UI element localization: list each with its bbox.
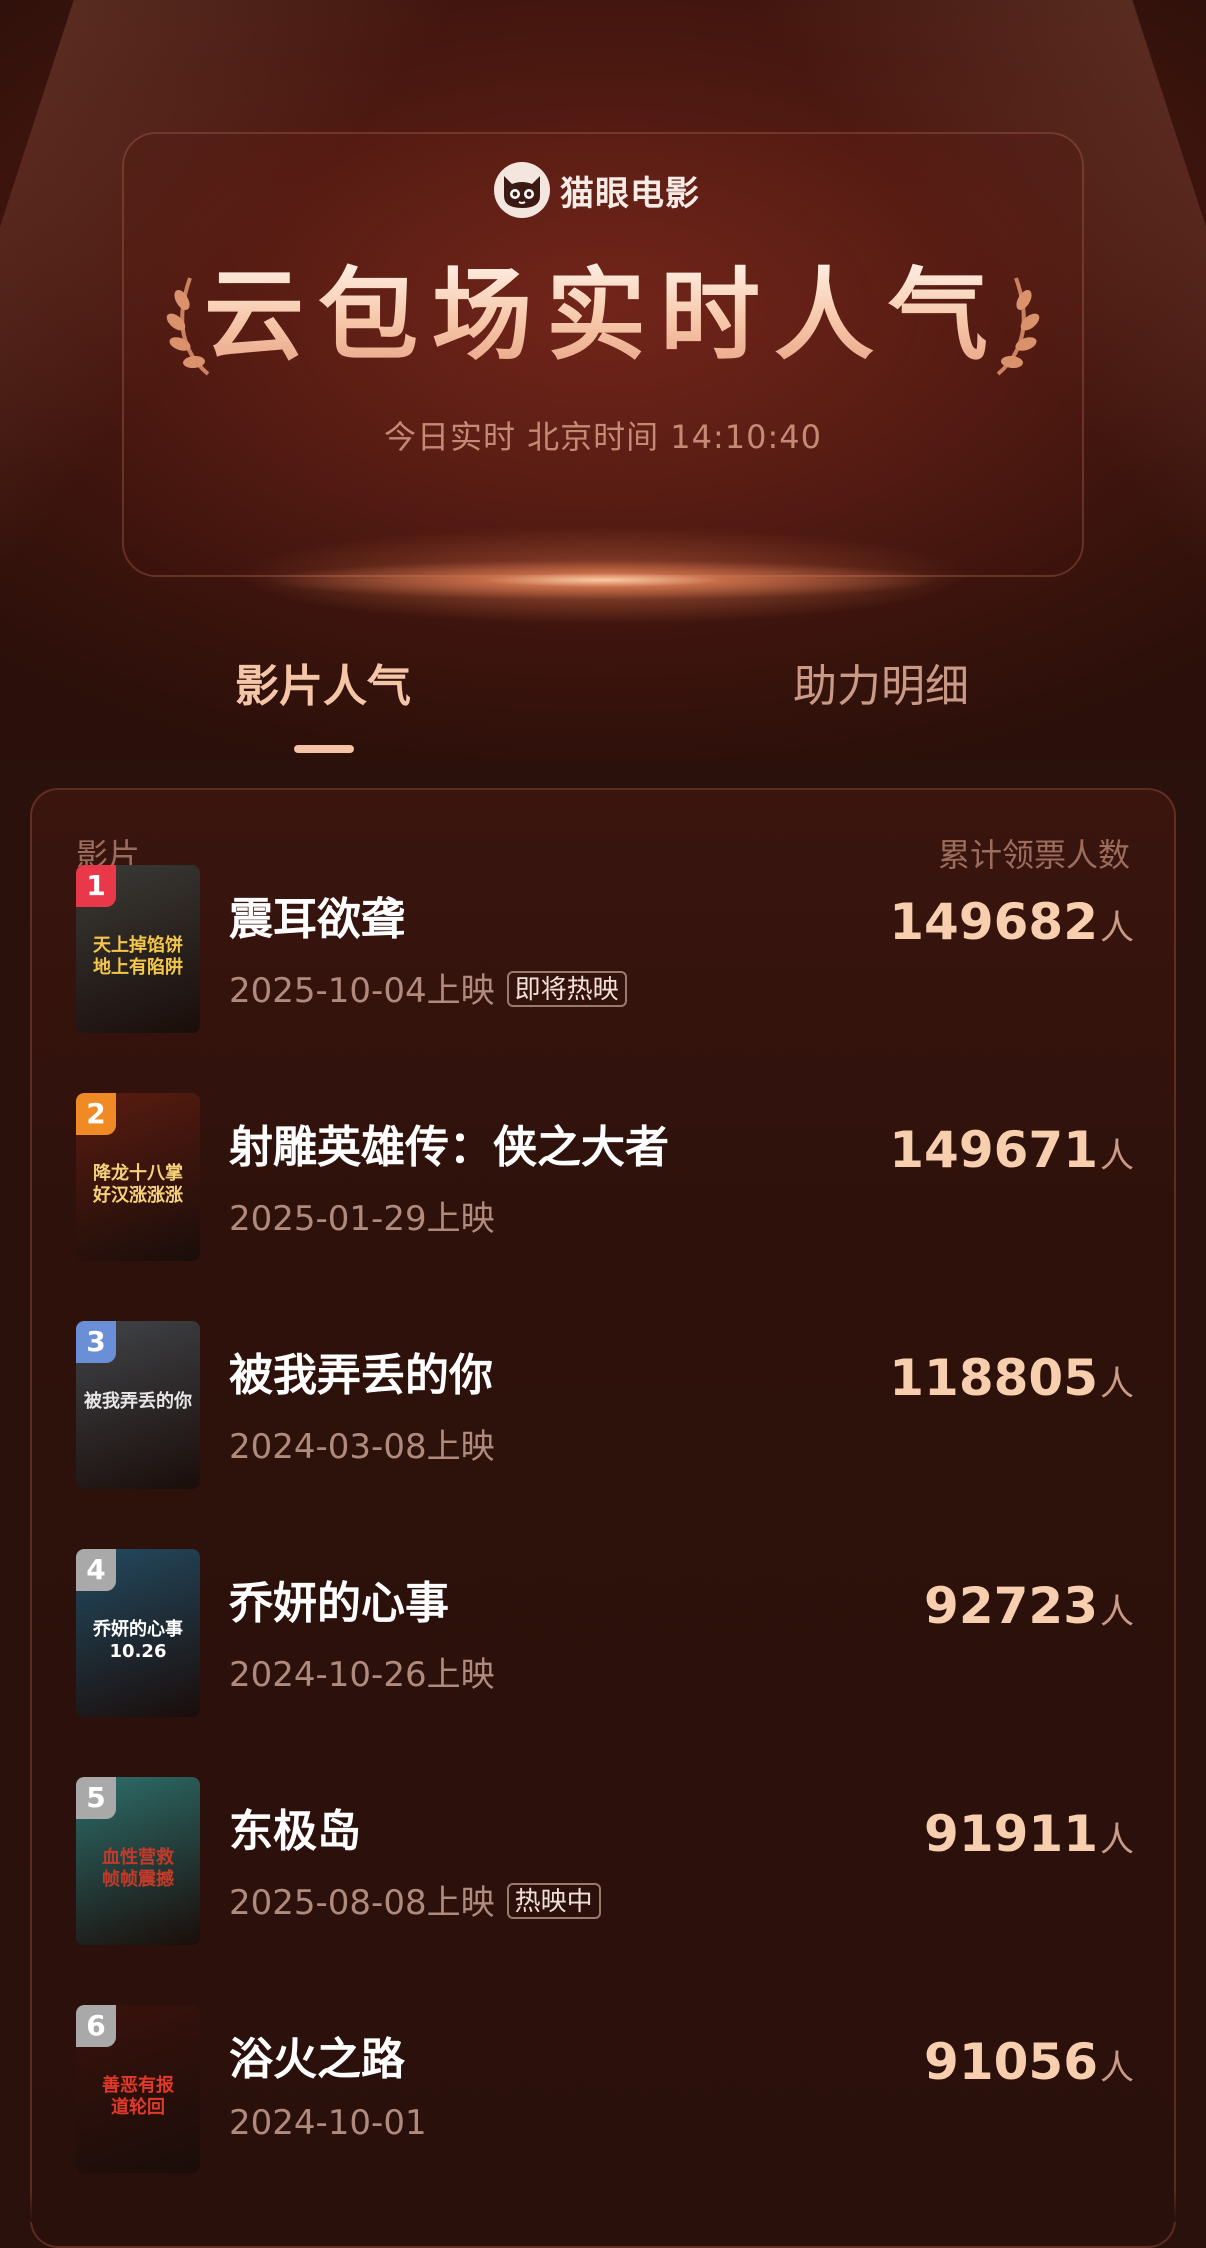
rank-badge: 4 (76, 1549, 116, 1591)
ticket-count-unit: 人 (1100, 1364, 1134, 1404)
tab-support-details[interactable]: 助力明细 (793, 650, 969, 714)
ticket-count-unit: 人 (1100, 1820, 1134, 1860)
poster-caption: 被我弄丢的你 (84, 1391, 192, 1412)
release-date: 2024-10-01 (229, 2103, 427, 2143)
stage-glow (260, 560, 946, 600)
movie-poster[interactable]: 天上掉馅饼 地上有陷阱 1 (76, 865, 200, 1033)
poster-caption: 乔妍的心事 10.26 (93, 1619, 183, 1662)
realtime-clock: 今日实时 北京时间 14:10:40 (383, 418, 823, 456)
release-date-text: 2024-10-26上映 (229, 1655, 495, 1695)
ticket-count-value: 118805 (889, 1349, 1098, 1407)
movie-title[interactable]: 乔妍的心事 (229, 1567, 449, 1631)
ticket-count: 91911人 (924, 1805, 1134, 1863)
movie-title[interactable]: 东极岛 (229, 1795, 361, 1859)
ranking-row[interactable]: 善恶有报 道轮回 6 浴火之路 2024-10-01 91056人 (76, 2005, 1134, 2175)
release-date-text: 2025-01-29上映 (229, 1199, 495, 1239)
release-date: 2025-08-08上映 热映中 (229, 1875, 601, 1924)
active-tab-indicator (294, 745, 354, 753)
ticket-count: 92723人 (924, 1577, 1134, 1635)
ranking-row[interactable]: 乔妍的心事 10.26 4 乔妍的心事 2024-10-26上映 92723人 (76, 1549, 1134, 1719)
ranking-row[interactable]: 血性营救 帧帧震撼 5 东极岛 2025-08-08上映 热映中 91911人 (76, 1777, 1134, 1947)
rank-badge: 3 (76, 1321, 116, 1363)
release-date-text: 2025-10-04上映 (229, 971, 495, 1011)
ticket-count-value: 91911 (924, 1805, 1098, 1863)
ticket-count-value: 91056 (924, 2033, 1098, 2091)
tab-film-popularity[interactable]: 影片人气 (235, 650, 411, 714)
release-date: 2024-10-26上映 (229, 1647, 495, 1696)
ticket-count: 149682人 (889, 893, 1134, 951)
ticket-count-value: 149682 (889, 893, 1098, 951)
rank-badge: 1 (76, 865, 116, 907)
poster-caption: 降龙十八掌 好汉涨涨涨 (93, 1163, 183, 1206)
ticket-count-value: 92723 (924, 1577, 1098, 1635)
ranking-row[interactable]: 被我弄丢的你 3 被我弄丢的你 2024-03-08上映 118805人 (76, 1321, 1134, 1491)
release-date-text: 2024-03-08上映 (229, 1427, 495, 1467)
rank-badge: 5 (76, 1777, 116, 1819)
release-date: 2025-01-29上映 (229, 1191, 495, 1240)
poster-caption: 天上掉馅饼 地上有陷阱 (93, 935, 183, 978)
page-title: 云包场实时人气 (0, 256, 1206, 376)
ranking-panel: 影片 累计领票人数 天上掉馅饼 地上有陷阱 1 震耳欲聋 2025-10-04上映 即将… (30, 788, 1176, 2248)
logo-text: 猫眼电影 (560, 173, 700, 214)
release-date: 2025-10-04上映 即将热映 (229, 963, 627, 1012)
movie-poster[interactable]: 血性营救 帧帧震撼 5 (76, 1777, 200, 1945)
movie-poster[interactable]: 被我弄丢的你 3 (76, 1321, 200, 1489)
movie-poster[interactable]: 乔妍的心事 10.26 4 (76, 1549, 200, 1717)
ticket-count: 149671人 (889, 1121, 1134, 1179)
ticket-count-unit: 人 (1100, 1136, 1134, 1176)
movie-title[interactable]: 射雕英雄传：侠之大者 (229, 1111, 669, 1175)
app-logo: 猫眼电影 (494, 160, 700, 220)
poster-caption: 血性营救 帧帧震撼 (102, 1847, 174, 1890)
ticket-count: 91056人 (924, 2033, 1134, 2091)
rank-badge: 2 (76, 1093, 116, 1135)
ticket-count-unit: 人 (1100, 908, 1134, 948)
movie-title[interactable]: 震耳欲聋 (229, 883, 405, 947)
ticket-count-value: 149671 (889, 1121, 1098, 1179)
ranking-row[interactable]: 降龙十八掌 好汉涨涨涨 2 射雕英雄传：侠之大者 2025-01-29上映 149671… (76, 1093, 1134, 1263)
poster-caption: 善恶有报 道轮回 (102, 2075, 174, 2118)
release-date-text: 2025-08-08上映 (229, 1883, 495, 1923)
movie-poster[interactable]: 善恶有报 道轮回 6 (76, 2005, 200, 2173)
cat-face-icon (494, 162, 550, 218)
release-date-text: 2024-10-01 (229, 2103, 427, 2143)
movie-title[interactable]: 浴火之路 (229, 2023, 405, 2087)
release-date: 2024-03-08上映 (229, 1419, 495, 1468)
tab-bar: 影片人气 助力明细 (0, 650, 1206, 760)
movie-title[interactable]: 被我弄丢的你 (229, 1339, 493, 1403)
ticket-count-unit: 人 (1100, 1592, 1134, 1632)
movie-poster[interactable]: 降龙十八掌 好汉涨涨涨 2 (76, 1093, 200, 1261)
rank-badge: 6 (76, 2005, 116, 2047)
ticket-count: 118805人 (889, 1349, 1134, 1407)
status-badge: 热映中 (506, 1883, 601, 1919)
ticket-count-unit: 人 (1100, 2048, 1134, 2088)
status-badge: 即将热映 (506, 971, 627, 1007)
ranking-row[interactable]: 天上掉馅饼 地上有陷阱 1 震耳欲聋 2025-10-04上映 即将热映 149682人 (76, 865, 1134, 1035)
list-fade (30, 2190, 1176, 2222)
hero-banner: 猫眼电影 云包场实时人气 今日实时 北京时间 14:10:40 影片人气 助力明… (0, 0, 1206, 760)
